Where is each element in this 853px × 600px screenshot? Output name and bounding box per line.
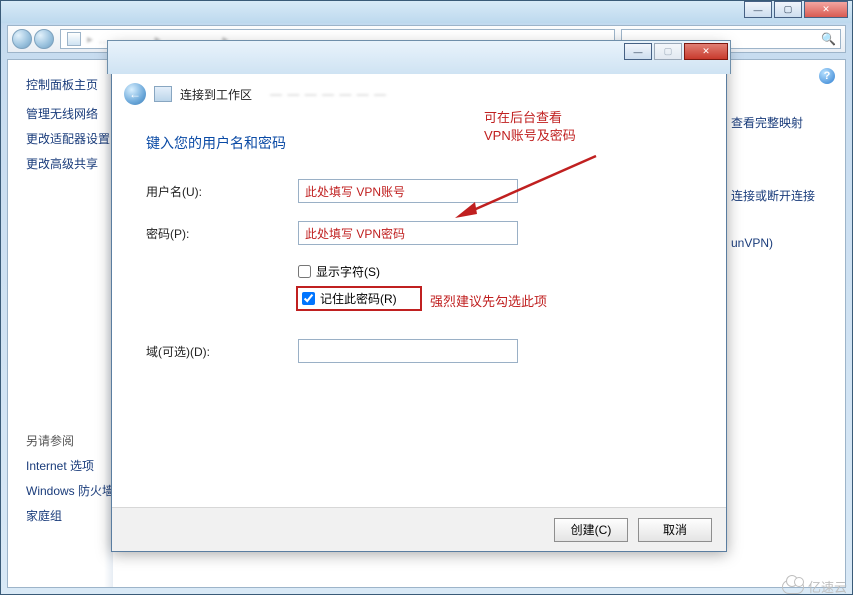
dialog-titlebar[interactable]: — ▢ ✕ [107, 40, 731, 74]
rightlink-connect-disconnect[interactable]: 连接或断开连接 [731, 187, 845, 204]
domain-field[interactable] [298, 339, 518, 363]
sidebar-item-wireless[interactable]: 管理无线网络 [26, 105, 113, 122]
label-domain: 域(可选)(D): [146, 343, 298, 360]
see-also-homegroup[interactable]: 家庭组 [26, 507, 113, 524]
watermark-text: 亿速云 [808, 577, 847, 596]
username-field[interactable] [298, 179, 518, 203]
password-field[interactable] [298, 221, 518, 245]
breadcrumb-icon [67, 32, 81, 46]
watermark: 亿速云 [782, 577, 847, 596]
instruction-text: 键入您的用户名和密码 [146, 133, 696, 153]
outer-titlebar[interactable]: — ▢ ✕ [1, 1, 852, 23]
annotation-remember-note: 强烈建议先勾选此项 [430, 293, 547, 311]
dialog-minimize-button[interactable]: — [624, 43, 652, 60]
annotation-backend-note: 可在后台查看 VPN账号及密码 [484, 109, 576, 144]
dialog-close-button[interactable]: ✕ [684, 43, 728, 60]
dialog-maximize-button: ▢ [654, 43, 682, 60]
outer-minimize-button[interactable]: — [744, 1, 772, 18]
label-remember-password: 记住此密码(R) [320, 290, 397, 307]
dialog-header: ← 连接到工作区 — — — — — — — [112, 75, 726, 111]
search-icon: 🔍 [821, 32, 836, 46]
see-also-windows-firewall[interactable]: Windows 防火墙 [26, 482, 113, 499]
label-username: 用户名(U): [146, 183, 298, 200]
rightlink-full-map[interactable]: 查看完整映射 [731, 114, 845, 131]
cancel-button[interactable]: 取消 [638, 518, 712, 542]
control-panel-sidebar: 控制面板主页 管理无线网络 更改适配器设置 更改高级共享 另请参阅 Intern… [8, 60, 113, 587]
dialog-title-extra: — — — — — — — [270, 87, 387, 101]
workplace-icon [154, 86, 172, 102]
help-icon[interactable]: ? [819, 68, 835, 84]
nav-forward-button[interactable] [34, 29, 54, 49]
sidebar-item-adapter[interactable]: 更改适配器设置 [26, 130, 113, 147]
label-show-characters: 显示字符(S) [316, 263, 380, 280]
nav-back-button[interactable] [12, 29, 32, 49]
see-also-internet-options[interactable]: Internet 选项 [26, 457, 113, 474]
label-password: 密码(P): [146, 225, 298, 242]
create-button[interactable]: 创建(C) [554, 518, 628, 542]
dialog-footer: 创建(C) 取消 [112, 507, 726, 551]
rightlink-vpn-entry[interactable]: unVPN) [731, 236, 845, 250]
see-also-header: 另请参阅 [26, 432, 113, 449]
wizard-back-button[interactable]: ← [124, 83, 146, 105]
dialog-title: 连接到工作区 [180, 86, 252, 103]
show-characters-checkbox[interactable] [298, 265, 311, 278]
outer-maximize-button[interactable]: ▢ [774, 1, 802, 18]
sidebar-item-advanced-sharing[interactable]: 更改高级共享 [26, 155, 113, 172]
sidebar-header: 控制面板主页 [26, 76, 113, 93]
remember-password-checkbox[interactable] [302, 292, 315, 305]
explorer-window: — ▢ ✕ ▸ ………… ▸ ………… ▸ ………… 🔍 控制面板主页 管理无线… [0, 0, 853, 595]
control-panel-rightpane: ? 查看完整映射 连接或断开连接 unVPN) [727, 60, 845, 587]
outer-close-button[interactable]: ✕ [804, 1, 848, 18]
connect-workplace-dialog: — ▢ ✕ ← 连接到工作区 — — — — — — — 键入您的用户名和密码 … [111, 44, 727, 552]
cloud-icon [782, 580, 804, 594]
